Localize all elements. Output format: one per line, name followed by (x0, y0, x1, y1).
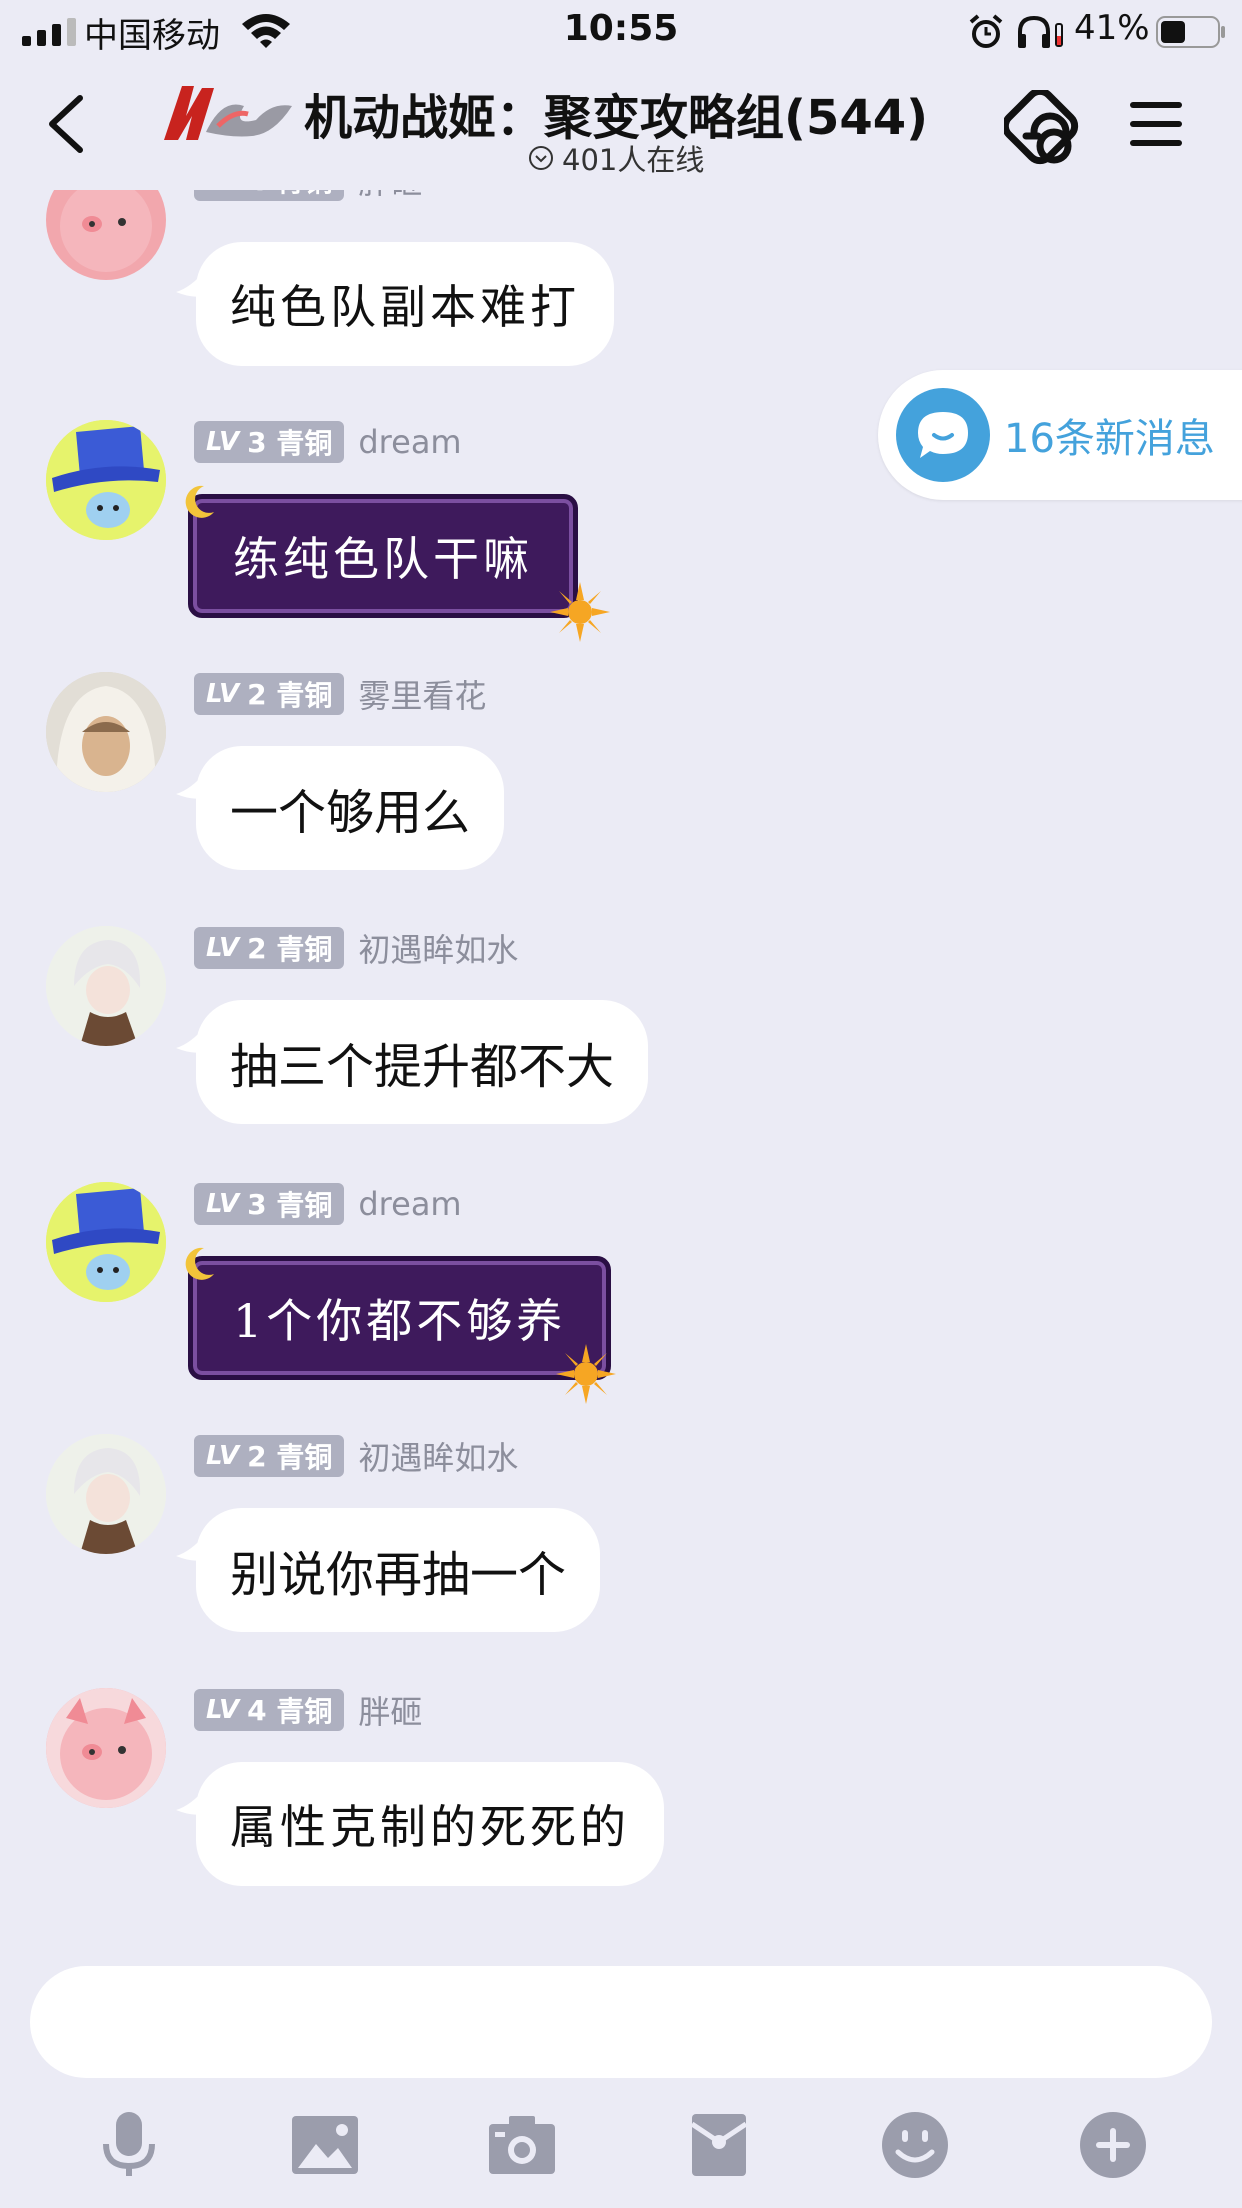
pig-avatar-icon (60, 190, 152, 272)
sun-icon (550, 582, 610, 642)
battery-icon (1156, 16, 1225, 48)
sender-name[interactable]: 胖砸 (358, 1687, 422, 1733)
message-bubble[interactable]: 练纯色队干嘛 (188, 494, 578, 618)
camera-icon[interactable] (487, 2110, 557, 2180)
message-meta: LV 2 青铜 初遇眸如水 (194, 1434, 518, 1478)
message-meta: LV 2 青铜 雾里看花 (194, 672, 486, 716)
message-meta: LV4 青铜 胖砸 (194, 190, 422, 202)
sun-icon (556, 1344, 616, 1404)
share-link-icon[interactable] (1004, 90, 1088, 174)
avatar[interactable] (46, 420, 166, 540)
level-badge: LV 3 青铜 (194, 1183, 345, 1225)
message-bubble[interactable]: 别说你再抽一个 (196, 1508, 601, 1632)
message-meta: LV 2 青铜 初遇眸如水 (194, 926, 518, 970)
new-messages-label: 16条新消息 (1004, 416, 1215, 462)
avatar[interactable] (46, 1434, 166, 1554)
headphones-icon (1018, 15, 1063, 48)
hooded-avatar-icon (46, 672, 166, 792)
new-messages-button[interactable]: 16条新消息 (878, 370, 1242, 500)
sender-name[interactable]: 胖砸 (358, 190, 422, 203)
menu-icon[interactable] (1128, 98, 1184, 150)
message-bubble[interactable]: 纯色队副本难打 (196, 242, 614, 366)
message-bubble[interactable]: 一个够用么 (196, 746, 505, 870)
status-bar: 中国移动 10:55 41% (0, 0, 1242, 62)
message-bubble[interactable]: 属性克制的死死的 (196, 1762, 664, 1886)
online-count[interactable]: 401人在线 (528, 138, 704, 178)
message-input[interactable] (30, 1966, 1212, 2078)
pig-avatar-icon (46, 1688, 166, 1808)
sender-name[interactable]: 初遇眸如水 (358, 1433, 518, 1479)
red-packet-icon[interactable] (684, 2110, 754, 2180)
online-label: 401人在线 (562, 143, 705, 177)
level-badge: LV 2 青铜 (194, 927, 345, 969)
sender-name[interactable]: dream (358, 1185, 461, 1223)
microphone-icon[interactable] (94, 2110, 164, 2180)
composer (0, 1938, 1242, 2208)
avatar[interactable] (46, 926, 166, 1046)
image-icon[interactable] (290, 2110, 360, 2180)
battery-percent: 41% (1074, 8, 1150, 48)
level-badge: LV4 青铜 (194, 1689, 345, 1731)
chat-header: 机动战姬：聚变攻略组(544) 401人在线 (0, 62, 1242, 190)
sender-name[interactable]: 初遇眸如水 (358, 925, 518, 971)
level-badge: LV 2 青铜 (194, 1435, 345, 1477)
hat-avatar-icon (46, 1182, 166, 1302)
avatar[interactable] (46, 1182, 166, 1302)
message-meta: LV4 青铜 胖砸 (194, 1688, 422, 1732)
alarm-icon (969, 14, 1003, 48)
avatar[interactable] (46, 190, 166, 280)
anime-avatar-icon (46, 926, 166, 1046)
message-meta: LV 3 青铜 dream (194, 420, 462, 464)
level-badge: LV 2 青铜 (194, 673, 345, 715)
message-bubble[interactable]: 1个你都不够养 (188, 1256, 612, 1380)
chevron-down-circle-icon (529, 146, 553, 170)
level-badge: LV 3 青铜 (194, 421, 345, 463)
moon-icon (185, 485, 214, 518)
plus-icon[interactable] (1078, 2110, 1148, 2180)
back-arrow-icon[interactable] (44, 92, 88, 156)
moon-icon (185, 1247, 214, 1280)
message-meta: LV 3 青铜 dream (194, 1182, 462, 1226)
message-list[interactable]: LV4 青铜 胖砸 纯色队副本难打 LV3 青铜 dream 练纯色队干嘛 16… (0, 190, 1242, 1938)
anime-avatar-icon (46, 1434, 166, 1554)
group-logo (164, 86, 292, 140)
sender-name[interactable]: 雾里看花 (358, 671, 486, 717)
hat-avatar-icon (46, 420, 166, 540)
avatar[interactable] (46, 672, 166, 792)
sender-name[interactable]: dream (358, 423, 461, 461)
level-badge: LV4 青铜 (194, 190, 345, 201)
message-bubble[interactable]: 抽三个提升都不大 (196, 1000, 649, 1124)
chat-bubble-icon (896, 388, 990, 482)
avatar[interactable] (46, 1688, 166, 1808)
emoji-icon[interactable] (880, 2110, 950, 2180)
